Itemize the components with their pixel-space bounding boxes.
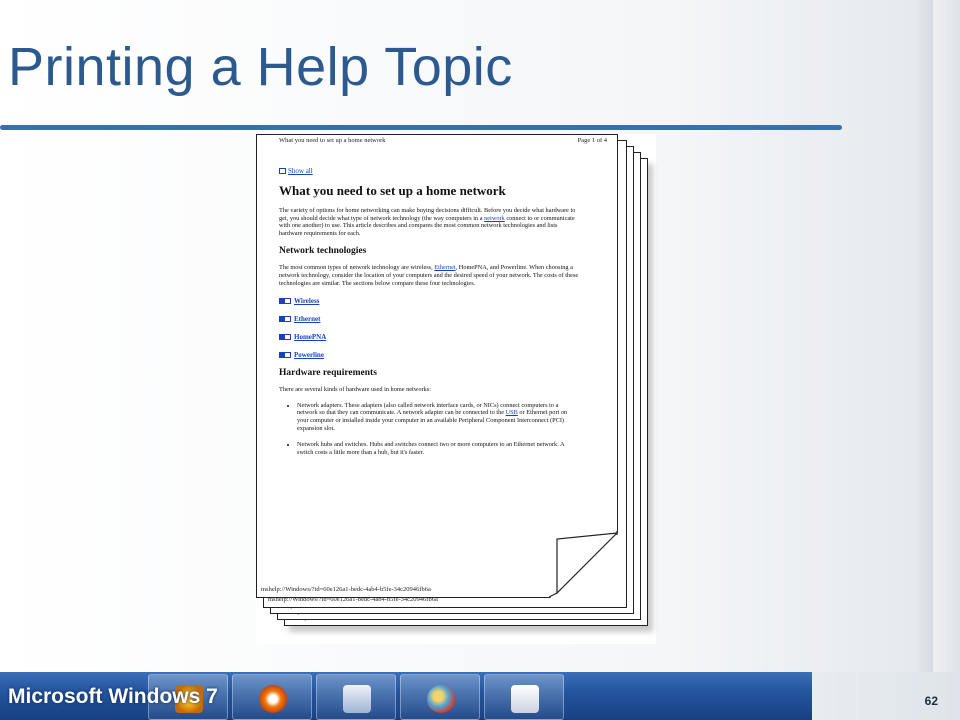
help-topic-content: Show all What you need to set up a home …: [279, 167, 579, 465]
tech-paragraph: The most common types of network technol…: [279, 264, 579, 287]
expander-label: Wireless: [294, 297, 320, 306]
footer-label: Microsoft Windows 7: [8, 685, 218, 708]
expander-label: HomePNA: [294, 333, 327, 342]
tech-text: The most common types of network technol…: [279, 264, 435, 272]
expander-label: Ethernet: [294, 315, 321, 324]
topic-heading: What you need to set up a home network: [279, 183, 506, 198]
printed-help-topic-image: mshelp://Windows/?id=60e126a1-bedc-4ab4-…: [256, 134, 656, 644]
list-item: Network hubs and switches. Hubs and swit…: [297, 441, 579, 456]
player-icon: [259, 685, 287, 713]
taskbar-button: [232, 674, 312, 720]
page-curl-icon: [549, 531, 619, 599]
list-item: Network adapters. These adapters (also c…: [297, 402, 579, 432]
network-link: network: [484, 214, 505, 222]
show-all-link: Show all: [279, 167, 579, 175]
expand-icon: [279, 352, 291, 359]
section-heading: Network technologies: [279, 246, 367, 257]
usb-link: USB: [505, 409, 518, 417]
taskbar-button: [484, 674, 564, 720]
expander-ethernet: Ethernet: [279, 315, 579, 323]
section-heading: Hardware requirements: [279, 368, 377, 379]
ethernet-link: Ethernet: [434, 264, 456, 272]
show-all-label: Show all: [288, 167, 313, 175]
expander-wireless: Wireless: [279, 297, 579, 305]
expand-icon: [279, 334, 291, 341]
title-underline: [0, 125, 842, 130]
expander-powerline: Powerline: [279, 351, 579, 359]
page-header-number: Page 1 of 4: [577, 137, 607, 144]
hardware-list: Network adapters. These adapters (also c…: [279, 402, 579, 457]
page-footer-url: mshelp://Windows/?id=60e126a1-bedc-4ab4-…: [261, 586, 431, 593]
background-band: [915, 0, 933, 720]
slide-number: 62: [924, 694, 938, 708]
hardware-intro: There are several kinds of hardware used…: [279, 386, 431, 394]
expand-icon: [279, 298, 291, 305]
background-band: [933, 0, 960, 720]
slide-title: Printing a Help Topic: [8, 37, 513, 97]
page-header: What you need to set up a home network P…: [279, 137, 607, 144]
card-game-icon: [511, 685, 539, 713]
expand-icon: [279, 316, 291, 323]
expander-label: Powerline: [294, 351, 324, 360]
expand-box-icon: [279, 168, 286, 174]
page-header-title: What you need to set up a home network: [279, 137, 386, 144]
taskbar-button: [400, 674, 480, 720]
intro-paragraph: The variety of options for home networki…: [279, 207, 579, 237]
expander-homepna: HomePNA: [279, 333, 579, 341]
paint-icon: [427, 685, 455, 713]
taskbar-button: [316, 674, 396, 720]
front-page: What you need to set up a home network P…: [256, 134, 619, 599]
document-icon: [343, 685, 371, 713]
